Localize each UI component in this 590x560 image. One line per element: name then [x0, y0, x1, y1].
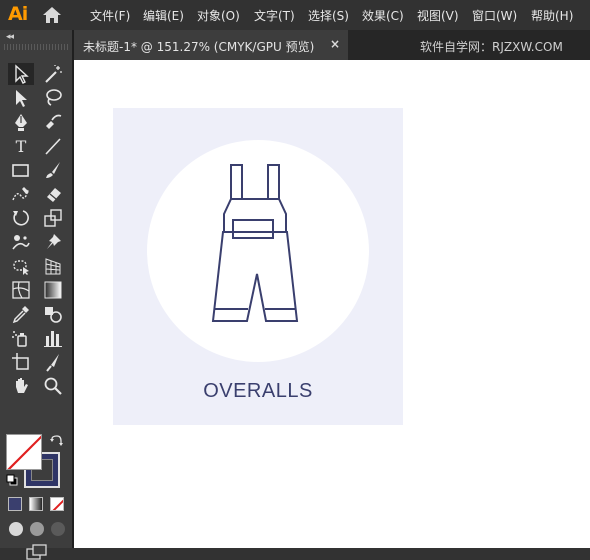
rotate-tool-icon[interactable]	[8, 207, 34, 229]
swap-fill-stroke-icon[interactable]	[50, 434, 64, 448]
pen-tool-icon[interactable]	[8, 111, 34, 133]
pin-tool-icon[interactable]	[40, 231, 66, 253]
document-canvas[interactable]: OVERALLS	[74, 60, 590, 548]
line-segment-tool-icon[interactable]	[40, 135, 66, 157]
hand-tool-icon[interactable]	[8, 375, 34, 397]
none-slash-icon	[7, 435, 41, 469]
type-tool-icon[interactable]: T	[8, 135, 34, 157]
panel-grip[interactable]	[4, 44, 70, 50]
eyedropper-tool-icon[interactable]	[8, 303, 34, 325]
menu-edit[interactable]: 编辑(E)	[143, 7, 184, 24]
blend-tool-icon[interactable]	[40, 303, 66, 325]
selection-tool-icon[interactable]	[8, 63, 34, 85]
magic-wand-tool-icon[interactable]	[40, 63, 66, 85]
zoom-tool-icon[interactable]	[40, 375, 66, 397]
icon-background-circle	[147, 140, 369, 362]
app-logo: Ai	[8, 3, 28, 25]
column-graph-tool-icon[interactable]	[40, 327, 66, 349]
menu-bar: Ai 文件(F) 编辑(E) 对象(O) 文字(T) 选择(S) 效果(C) 视…	[0, 0, 590, 30]
menu-file[interactable]: 文件(F)	[90, 7, 130, 24]
mesh-tool-icon[interactable]	[8, 279, 34, 301]
symbol-sprayer-tool-icon[interactable]	[8, 327, 34, 349]
slice-tool-icon[interactable]	[40, 351, 66, 373]
default-fill-stroke-icon[interactable]	[6, 474, 18, 486]
document-tab-bar: 未标题-1* @ 151.27% (CMYK/GPU 预览) × 软件自学网：R…	[74, 30, 590, 60]
none-slash-icon	[52, 499, 63, 510]
gradient-mode-button[interactable]	[29, 497, 43, 511]
menu-effect[interactable]: 效果(C)	[362, 7, 404, 24]
collapse-panel-icon[interactable]: ◂◂	[6, 32, 14, 42]
draw-behind-icon[interactable]	[30, 522, 44, 536]
menu-view[interactable]: 视图(V)	[417, 7, 459, 24]
artwork-label: OVERALLS	[203, 380, 313, 402]
gradient-tool-icon[interactable]	[40, 279, 66, 301]
close-icon[interactable]: ×	[330, 37, 340, 51]
color-mode-button[interactable]	[8, 497, 22, 511]
menu-object[interactable]: 对象(O)	[197, 7, 240, 24]
fill-color-swatch[interactable]	[6, 434, 42, 470]
menu-help[interactable]: 帮助(H)	[531, 7, 573, 24]
change-screen-mode-icon[interactable]	[26, 544, 48, 560]
free-transform-tool-icon[interactable]	[8, 255, 34, 277]
lasso-tool-icon[interactable]	[40, 87, 66, 109]
site-watermark: 软件自学网：RJZXW.COM	[420, 40, 563, 54]
menu-window[interactable]: 窗口(W)	[472, 7, 517, 24]
paintbrush-tool-icon[interactable]	[40, 159, 66, 181]
menu-type[interactable]: 文字(T)	[254, 7, 295, 24]
draw-inside-icon[interactable]	[51, 522, 65, 536]
rectangle-tool-icon[interactable]	[8, 159, 34, 181]
shaper-tool-icon[interactable]	[8, 183, 34, 205]
perspective-grid-tool-icon[interactable]	[40, 255, 66, 277]
overalls-icon	[211, 164, 299, 322]
document-tab[interactable]: 未标题-1* @ 151.27% (CMYK/GPU 预览) ×	[74, 30, 348, 60]
scale-tool-icon[interactable]	[40, 207, 66, 229]
artboard-tool-icon[interactable]	[8, 351, 34, 373]
document-tab-title: 未标题-1* @ 151.27% (CMYK/GPU 预览)	[83, 40, 315, 54]
eraser-tool-icon[interactable]	[40, 183, 66, 205]
menu-select[interactable]: 选择(S)	[308, 7, 349, 24]
curvature-tool-icon[interactable]	[40, 111, 66, 133]
draw-normal-icon[interactable]	[9, 522, 23, 536]
direct-selection-tool-icon[interactable]	[8, 87, 34, 109]
none-mode-button[interactable]	[50, 497, 64, 511]
artwork-card: OVERALLS	[113, 108, 403, 425]
home-icon[interactable]	[42, 6, 62, 24]
tools-panel: ◂◂ T	[0, 30, 74, 560]
puppet-warp-tool-icon[interactable]	[8, 231, 34, 253]
